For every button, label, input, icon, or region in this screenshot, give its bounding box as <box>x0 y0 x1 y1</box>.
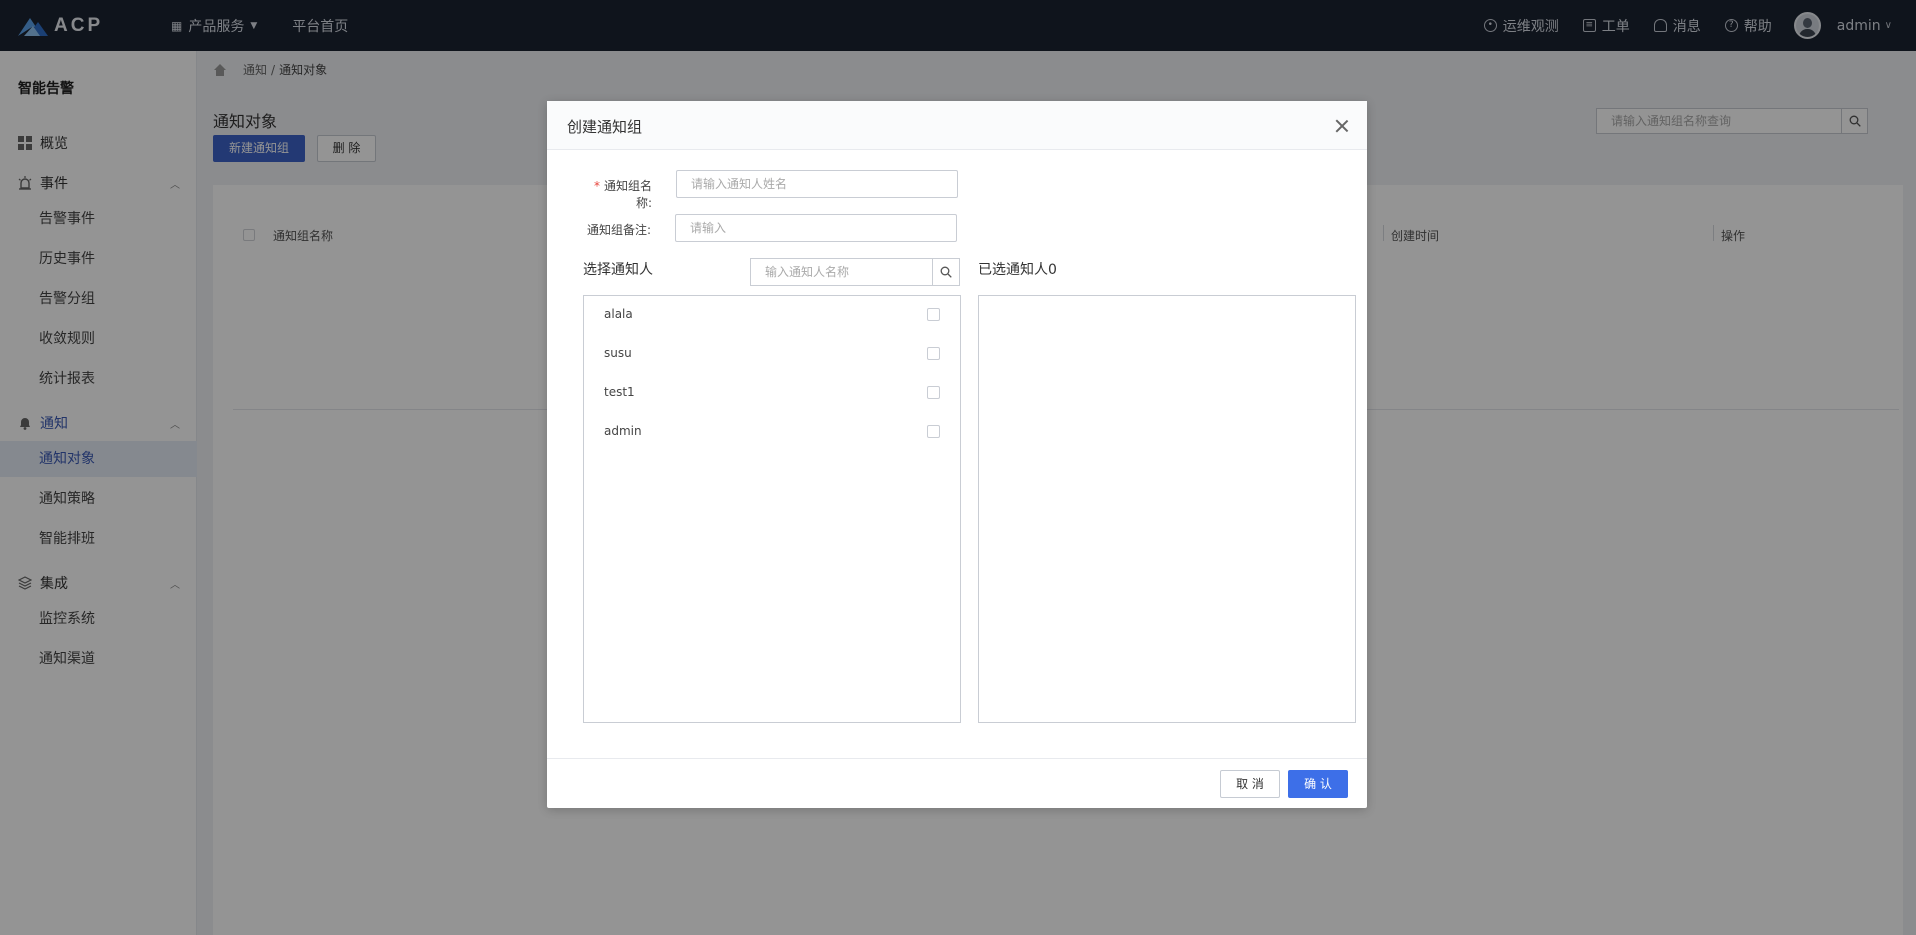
person-search-button[interactable] <box>932 259 959 285</box>
cancel-button[interactable]: 取 消 <box>1220 770 1280 798</box>
list-item[interactable]: alala <box>584 296 960 335</box>
person-name: alala <box>604 307 633 321</box>
search-icon <box>940 266 952 278</box>
create-group-dialog: 创建通知组 * 通知组名称: 请输入通知人姓名 通知组备注: 请输入 选择通知人 … <box>547 101 1367 808</box>
list-item[interactable]: susu <box>584 335 960 374</box>
person-checkbox[interactable] <box>927 386 940 399</box>
person-checkbox[interactable] <box>927 308 940 321</box>
selected-people-list <box>978 295 1356 723</box>
group-name-label-text: 通知组名称: <box>603 179 652 210</box>
required-mark: * <box>593 179 600 193</box>
select-people-title: 选择通知人 <box>583 262 653 278</box>
person-name: susu <box>604 346 632 360</box>
dialog-footer: 取 消 确 认 <box>547 758 1367 808</box>
people-list: alala susu test1 admin <box>583 295 961 723</box>
group-remark-input[interactable]: 请输入 <box>675 214 957 242</box>
dialog-title: 创建通知组 <box>567 118 643 136</box>
person-name: test1 <box>604 385 635 399</box>
group-name-label: * 通知组名称: <box>582 177 652 211</box>
close-icon[interactable] <box>1335 119 1349 133</box>
list-item[interactable]: admin <box>584 413 960 452</box>
list-item[interactable]: test1 <box>584 374 960 413</box>
dialog-header: 创建通知组 <box>547 101 1367 150</box>
group-name-input[interactable]: 请输入通知人姓名 <box>676 170 958 198</box>
person-name: admin <box>604 424 642 438</box>
person-search-input[interactable]: 输入通知人名称 <box>751 259 932 285</box>
person-checkbox[interactable] <box>927 347 940 360</box>
confirm-button[interactable]: 确 认 <box>1288 770 1348 798</box>
person-search: 输入通知人名称 <box>750 258 960 286</box>
group-remark-label: 通知组备注: <box>586 223 651 237</box>
selected-people-title: 已选通知人0 <box>978 262 1057 278</box>
person-checkbox[interactable] <box>927 425 940 438</box>
